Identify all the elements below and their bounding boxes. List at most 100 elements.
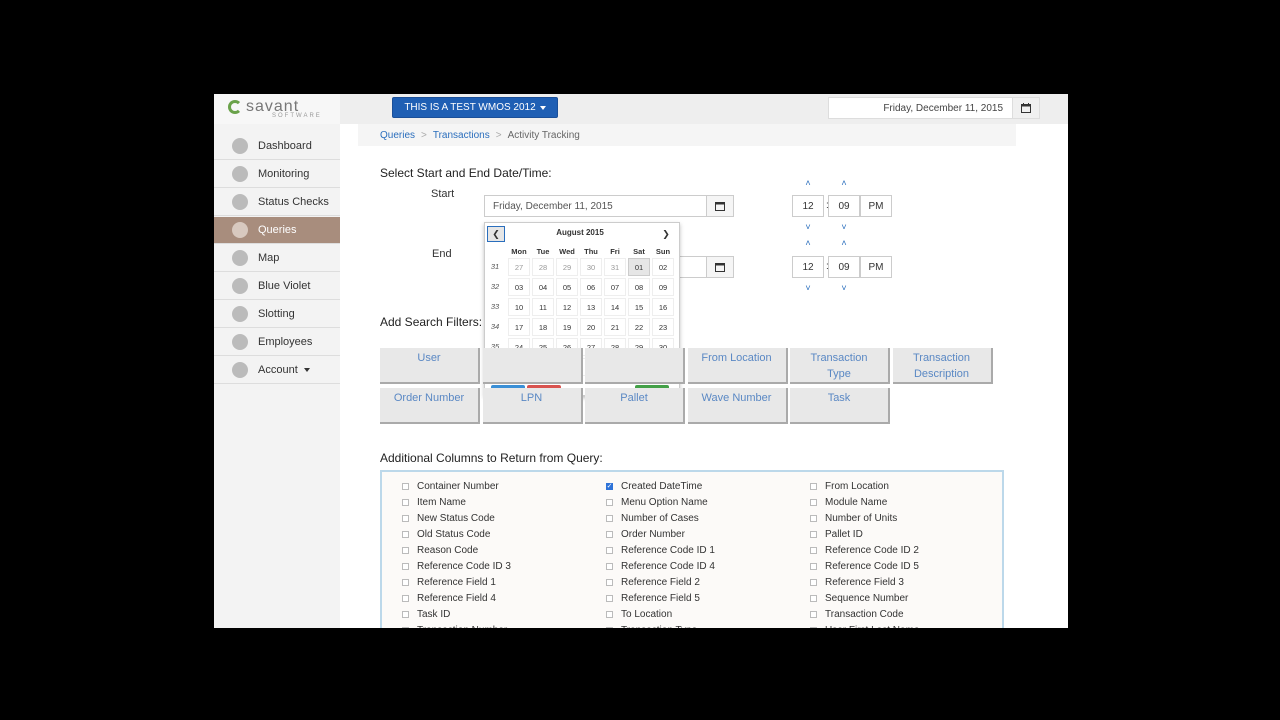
checkbox-icon[interactable] xyxy=(810,594,817,602)
filter-button[interactable]: Transaction Description xyxy=(892,348,993,384)
column-option[interactable]: Transaction Type xyxy=(606,623,697,628)
calendar-icon[interactable] xyxy=(1012,98,1039,118)
calendar-day[interactable]: 08 xyxy=(628,278,650,296)
filter-button[interactable]: From Location xyxy=(687,348,788,384)
column-option[interactable]: Module Name xyxy=(810,495,887,509)
calendar-day[interactable]: 30 xyxy=(580,258,602,276)
datepicker-month[interactable]: August 2015 xyxy=(545,228,615,237)
calendar-day[interactable]: 22 xyxy=(628,318,650,336)
start-hour-up-icon[interactable]: ˄ xyxy=(802,178,814,188)
column-option[interactable]: User First Last Name xyxy=(810,623,919,628)
checkbox-icon[interactable] xyxy=(402,482,409,490)
start-hour-input[interactable]: 12 xyxy=(792,195,824,217)
column-option[interactable]: Transaction Code xyxy=(810,607,904,621)
column-option[interactable]: Item Name xyxy=(402,495,466,509)
calendar-day[interactable]: 28 xyxy=(532,258,554,276)
end-minute-down-icon[interactable]: ˅ xyxy=(838,283,850,293)
start-calendar-icon[interactable] xyxy=(706,196,733,216)
checkbox-checked-icon[interactable]: ✓ xyxy=(606,482,613,490)
prev-month-icon[interactable]: ❮ xyxy=(487,226,505,242)
sidebar-item-queries[interactable]: Queries xyxy=(214,217,340,244)
sidebar-item-dashboard[interactable]: Dashboard xyxy=(214,133,340,160)
start-ampm-button[interactable]: PM xyxy=(860,195,892,217)
end-minute-up-icon[interactable]: ˄ xyxy=(838,238,850,248)
filter-button[interactable]: Transaction Type xyxy=(790,348,890,384)
sidebar-item-slotting[interactable]: Slotting xyxy=(214,301,340,328)
column-option[interactable]: Reason Code xyxy=(402,543,478,557)
calendar-day[interactable]: 04 xyxy=(532,278,554,296)
calendar-day[interactable]: 07 xyxy=(604,278,626,296)
column-option[interactable]: Reference Code ID 2 xyxy=(810,543,919,557)
environment-dropdown-button[interactable]: THIS IS A TEST WMOS 2012 xyxy=(392,97,558,118)
calendar-day[interactable]: 27 xyxy=(508,258,530,276)
checkbox-icon[interactable] xyxy=(606,498,613,506)
calendar-day[interactable]: 09 xyxy=(652,278,674,296)
next-month-icon[interactable]: ❯ xyxy=(657,226,675,242)
checkbox-icon[interactable] xyxy=(810,578,817,586)
calendar-day[interactable]: 02 xyxy=(652,258,674,276)
column-option[interactable]: Sequence Number xyxy=(810,591,908,605)
end-calendar-icon[interactable] xyxy=(706,257,733,277)
column-option[interactable]: Reference Field 1 xyxy=(402,575,496,589)
column-option[interactable]: Reference Field 5 xyxy=(606,591,700,605)
start-minute-up-icon[interactable]: ˄ xyxy=(838,178,850,188)
end-hour-up-icon[interactable]: ˄ xyxy=(802,238,814,248)
checkbox-icon[interactable] xyxy=(402,530,409,538)
calendar-day[interactable]: 13 xyxy=(580,298,602,316)
calendar-day[interactable]: 20 xyxy=(580,318,602,336)
start-date-input[interactable]: Friday, December 11, 2015 xyxy=(484,195,734,217)
checkbox-icon[interactable] xyxy=(810,626,817,628)
column-option[interactable]: Reference Code ID 3 xyxy=(402,559,511,573)
filter-button[interactable]: User xyxy=(380,348,480,384)
checkbox-icon[interactable] xyxy=(606,626,613,628)
checkbox-icon[interactable] xyxy=(810,546,817,554)
filter-button[interactable] xyxy=(585,348,685,384)
start-minute-input[interactable]: 09 xyxy=(828,195,860,217)
checkbox-icon[interactable] xyxy=(402,594,409,602)
checkbox-icon[interactable] xyxy=(810,530,817,538)
end-hour-input[interactable]: 12 xyxy=(792,256,824,278)
checkbox-icon[interactable] xyxy=(402,498,409,506)
calendar-day[interactable]: 17 xyxy=(508,318,530,336)
calendar-day[interactable]: 19 xyxy=(556,318,578,336)
column-option[interactable]: Reference Field 4 xyxy=(402,591,496,605)
checkbox-icon[interactable] xyxy=(810,562,817,570)
end-hour-down-icon[interactable]: ˅ xyxy=(802,283,814,293)
column-option[interactable]: Pallet ID xyxy=(810,527,863,541)
column-option[interactable]: Number of Units xyxy=(810,511,897,525)
sidebar-item-monitoring[interactable]: Monitoring xyxy=(214,161,340,188)
calendar-day[interactable]: 10 xyxy=(508,298,530,316)
sidebar-item-blue-violet[interactable]: Blue Violet xyxy=(214,273,340,300)
end-ampm-button[interactable]: PM xyxy=(860,256,892,278)
breadcrumb-transactions[interactable]: Transactions xyxy=(433,130,490,141)
column-option[interactable]: Old Status Code xyxy=(402,527,490,541)
calendar-day[interactable]: 29 xyxy=(556,258,578,276)
checkbox-icon[interactable] xyxy=(810,514,817,522)
checkbox-icon[interactable] xyxy=(402,610,409,618)
calendar-day[interactable]: 18 xyxy=(532,318,554,336)
filter-button[interactable] xyxy=(482,348,583,384)
calendar-day[interactable]: 03 xyxy=(508,278,530,296)
calendar-day[interactable]: 15 xyxy=(628,298,650,316)
column-option[interactable]: Reference Code ID 1 xyxy=(606,543,715,557)
column-option[interactable]: From Location xyxy=(810,479,889,493)
sidebar-item-status-checks[interactable]: Status Checks xyxy=(214,189,340,216)
checkbox-icon[interactable] xyxy=(606,594,613,602)
sidebar-item-account[interactable]: Account xyxy=(214,357,340,384)
checkbox-icon[interactable] xyxy=(606,610,613,618)
column-option[interactable]: Reference Field 3 xyxy=(810,575,904,589)
filter-button[interactable]: Task xyxy=(790,388,890,424)
column-option[interactable]: Transaction Number xyxy=(402,623,507,628)
calendar-day[interactable]: 31 xyxy=(604,258,626,276)
calendar-day[interactable]: 21 xyxy=(604,318,626,336)
column-option[interactable]: Reference Field 2 xyxy=(606,575,700,589)
checkbox-icon[interactable] xyxy=(402,546,409,554)
column-option[interactable]: Number of Cases xyxy=(606,511,699,525)
column-option[interactable]: Reference Code ID 5 xyxy=(810,559,919,573)
start-hour-down-icon[interactable]: ˅ xyxy=(802,222,814,232)
column-option[interactable]: Reference Code ID 4 xyxy=(606,559,715,573)
checkbox-icon[interactable] xyxy=(402,626,409,628)
calendar-day[interactable]: 01 xyxy=(628,258,650,276)
column-option[interactable]: Menu Option Name xyxy=(606,495,708,509)
sidebar-item-employees[interactable]: Employees xyxy=(214,329,340,356)
